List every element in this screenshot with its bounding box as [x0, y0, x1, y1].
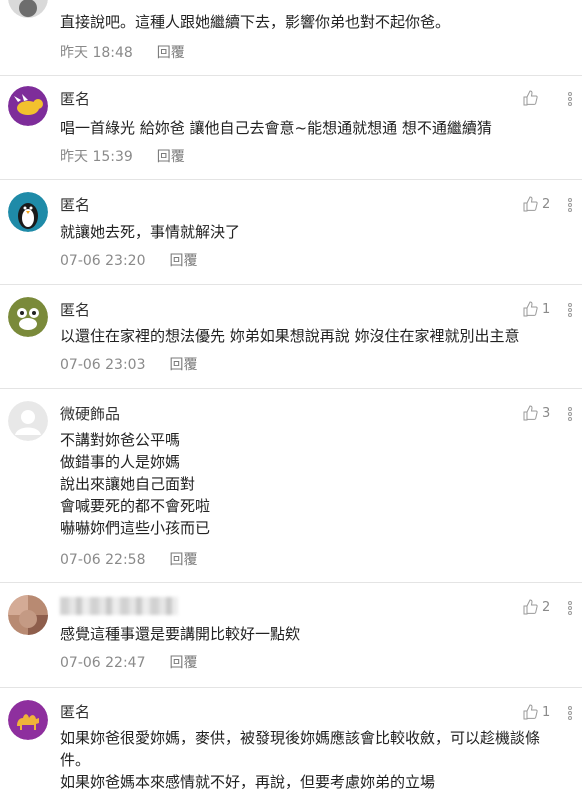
comment-text: 以還住在家裡的想法優先 妳弟如果想說再說 妳沒住在家裡就別出主意: [60, 327, 520, 345]
divider: [0, 687, 582, 688]
like-count: 3: [542, 405, 551, 421]
comment-text: 如果妳爸很愛妳媽，麥供，被發現後妳媽應該會比較收斂，可以趁機談條 件。 如果妳爸…: [60, 729, 541, 791]
more-vertical-icon[interactable]: [566, 601, 574, 617]
divider: [0, 179, 582, 180]
comment-author-blurred: [60, 597, 178, 615]
reply-button[interactable]: 回覆: [157, 45, 185, 61]
reply-button[interactable]: 回覆: [169, 655, 197, 671]
comment-text: 直接說吧。這種人跟她繼續下去，影響你弟也對不起你爸。: [60, 13, 451, 31]
comment-meta: 07-06 22:58 回覆: [60, 549, 197, 569]
avatar[interactable]: [8, 86, 48, 126]
like-count: 2: [542, 599, 551, 615]
like-button[interactable]: 2: [522, 196, 550, 212]
thumbs-up-icon: [523, 405, 538, 421]
reply-button[interactable]: 回覆: [157, 149, 185, 165]
avatar[interactable]: [8, 297, 48, 337]
divider: [0, 75, 582, 76]
reply-button[interactable]: 回覆: [169, 357, 197, 373]
comment-author[interactable]: 微硬飾品: [60, 403, 120, 424]
thumbs-up-icon: [523, 301, 538, 317]
comment-meta: 昨天 18:48 回覆: [60, 42, 185, 62]
comment-text: 不講對妳爸公平嗎 做錯事的人是妳媽 說出來讓她自己面對 會喊要死的都不會死啦 嚇…: [60, 431, 211, 537]
comment-time: 昨天 15:39: [60, 149, 133, 165]
comment-author[interactable]: 匿名: [60, 88, 90, 109]
like-count: 1: [542, 301, 551, 317]
thumbs-up-icon: [523, 196, 538, 212]
comment-time: 昨天 18:48: [60, 45, 133, 61]
comment-time: 07-06 23:03: [60, 357, 146, 373]
comment-text: 唱一首綠光 給妳爸 讓他自己去會意~能想通就想通 想不通繼續猜: [60, 119, 492, 137]
like-button[interactable]: [522, 90, 542, 106]
comment-author[interactable]: 匿名: [60, 701, 90, 722]
like-button[interactable]: 1: [522, 301, 550, 317]
thumbs-up-icon: [523, 599, 538, 615]
more-vertical-icon[interactable]: [566, 92, 574, 108]
more-vertical-icon[interactable]: [566, 303, 574, 319]
reply-button[interactable]: 回覆: [169, 253, 197, 269]
avatar[interactable]: [8, 700, 48, 740]
comment-meta: 昨天 15:39 回覆: [60, 146, 185, 166]
divider: [0, 388, 582, 389]
comment-author[interactable]: 匿名: [60, 194, 90, 215]
comment-time: 07-06 22:58: [60, 552, 146, 568]
like-count: 2: [542, 196, 551, 212]
more-vertical-icon[interactable]: [566, 198, 574, 214]
like-count: 1: [542, 704, 551, 720]
comment-author[interactable]: 匿名: [60, 299, 90, 320]
comment-text: 感覺這種事還是要講開比較好一點欸: [60, 625, 301, 643]
reply-button[interactable]: 回覆: [169, 552, 197, 568]
divider: [0, 284, 582, 285]
thumbs-up-icon: [523, 90, 538, 106]
avatar[interactable]: [8, 0, 48, 18]
comment-meta: 07-06 22:47 回覆: [60, 652, 197, 672]
like-button[interactable]: 3: [522, 405, 550, 421]
divider: [0, 582, 582, 583]
more-vertical-icon[interactable]: [566, 407, 574, 423]
comment-meta: 07-06 23:03 回覆: [60, 354, 197, 374]
avatar[interactable]: [8, 192, 48, 232]
like-button[interactable]: 2: [522, 599, 550, 615]
comment-time: 07-06 22:47: [60, 655, 146, 671]
like-button[interactable]: 1: [522, 704, 550, 720]
comment-time: 07-06 23:20: [60, 253, 146, 269]
thumbs-up-icon: [523, 704, 538, 720]
avatar[interactable]: [8, 595, 48, 635]
more-vertical-icon[interactable]: [566, 706, 574, 722]
comment-text: 就讓她去死，事情就解決了: [60, 223, 241, 241]
comment-meta: 07-06 23:20 回覆: [60, 250, 197, 270]
avatar[interactable]: [8, 401, 48, 441]
